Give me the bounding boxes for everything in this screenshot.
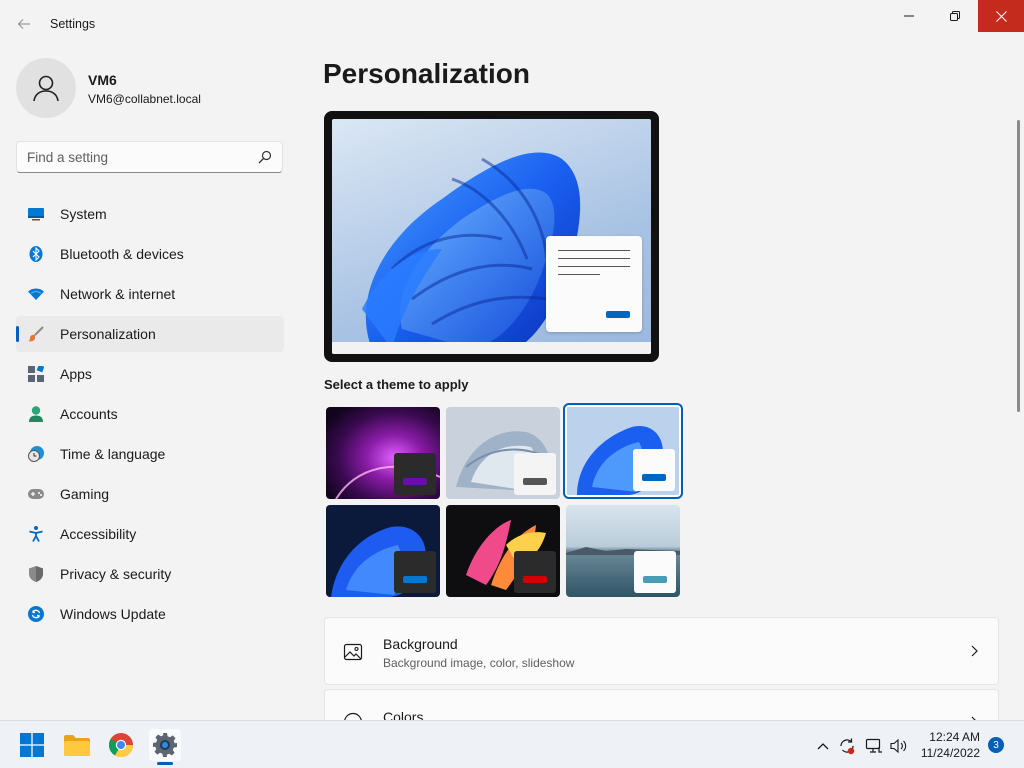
file-explorer-button[interactable] xyxy=(61,729,93,761)
search-icon[interactable] xyxy=(258,150,272,164)
notification-badge[interactable]: 3 xyxy=(988,737,1004,753)
settings-taskbar-button[interactable] xyxy=(149,729,181,761)
sidebar-item-network[interactable]: Network & internet xyxy=(16,276,284,312)
scrollbar[interactable] xyxy=(1017,120,1020,412)
page-title: Personalization xyxy=(323,58,530,89)
shield-icon xyxy=(28,566,44,582)
sidebar-item-label: Apps xyxy=(60,366,92,382)
theme-preview xyxy=(324,111,659,362)
sidebar-item-system[interactable]: System xyxy=(16,196,284,232)
sidebar-item-accounts[interactable]: Accounts xyxy=(16,396,284,432)
wifi-icon xyxy=(28,286,44,302)
start-button[interactable] xyxy=(16,729,48,761)
theme-mini-window xyxy=(514,453,556,495)
chevron-up-icon xyxy=(817,743,829,750)
apps-icon xyxy=(28,366,44,382)
sidebar-item-accessibility[interactable]: Accessibility xyxy=(16,516,284,552)
theme-windows-dark[interactable] xyxy=(326,505,440,597)
minimize-button[interactable] xyxy=(886,0,932,32)
accounts-icon xyxy=(28,406,44,422)
sidebar-nav: System Bluetooth & devices Network & int… xyxy=(16,196,284,636)
sidebar-item-label: Network & internet xyxy=(60,286,176,302)
chevron-right-icon xyxy=(971,645,978,657)
gamepad-icon xyxy=(28,486,44,502)
preview-taskbar xyxy=(332,342,651,354)
clock-date[interactable]: 11/24/2022 xyxy=(918,746,980,760)
avatar xyxy=(16,58,76,118)
theme-flow[interactable] xyxy=(446,505,560,597)
sidebar-item-label: System xyxy=(60,206,107,222)
network-tray-button[interactable] xyxy=(865,737,883,755)
app-title: Settings xyxy=(50,17,96,31)
card-title: Colors xyxy=(383,709,424,720)
sidebar-item-personalization[interactable]: Personalization xyxy=(16,316,284,352)
theme-captured-motion[interactable] xyxy=(446,407,560,499)
sidebar-item-time-language[interactable]: Time & language xyxy=(16,436,284,472)
user-name: VM6 xyxy=(88,72,117,88)
card-subtitle: Background image, color, slideshow xyxy=(383,656,575,670)
theme-mini-window xyxy=(394,453,436,495)
system-icon xyxy=(28,206,44,222)
back-button[interactable] xyxy=(10,10,38,38)
sidebar-item-label: Bluetooth & devices xyxy=(60,246,184,262)
close-icon xyxy=(995,10,1007,22)
sidebar-item-windows-update[interactable]: Windows Update xyxy=(16,596,284,632)
sidebar-item-apps[interactable]: Apps xyxy=(16,356,284,392)
theme-mini-window xyxy=(634,551,676,593)
chrome-button[interactable] xyxy=(105,729,137,761)
sidebar-item-label: Privacy & security xyxy=(60,566,172,582)
bluetooth-icon xyxy=(28,246,44,262)
theme-glow[interactable] xyxy=(326,407,440,499)
speaker-icon xyxy=(890,738,907,754)
preview-desktop xyxy=(332,119,651,354)
palette-icon xyxy=(344,712,362,720)
brush-icon xyxy=(28,326,44,342)
theme-section-heading: Select a theme to apply xyxy=(324,377,469,392)
search-box xyxy=(16,141,283,173)
back-arrow-icon xyxy=(17,19,30,29)
gear-icon xyxy=(153,733,177,757)
minimize-icon xyxy=(904,15,914,17)
folder-icon xyxy=(64,735,90,756)
theme-mini-window xyxy=(394,551,436,593)
colors-settings-card[interactable]: Colors xyxy=(324,689,999,720)
clock-time[interactable]: 12:24 AM xyxy=(918,730,980,744)
sidebar-item-label: Time & language xyxy=(60,446,166,462)
card-title: Background xyxy=(383,636,458,652)
user-email: VM6@collabnet.local xyxy=(88,92,201,106)
active-app-indicator xyxy=(157,762,173,765)
sync-icon xyxy=(840,738,855,755)
restore-button[interactable] xyxy=(932,0,978,32)
sidebar-item-privacy-security[interactable]: Privacy & security xyxy=(16,556,284,592)
volume-tray-button[interactable] xyxy=(890,737,908,755)
chrome-icon xyxy=(109,733,133,757)
theme-windows-light[interactable] xyxy=(563,403,683,499)
theme-mini-window xyxy=(514,551,556,593)
sidebar-item-label: Accessibility xyxy=(60,526,137,542)
restore-icon xyxy=(950,11,960,21)
person-icon xyxy=(33,75,59,102)
windows-start-icon xyxy=(20,733,44,757)
sidebar-item-gaming[interactable]: Gaming xyxy=(16,476,284,512)
title-bar: Settings xyxy=(0,0,1024,48)
sync-status-button[interactable] xyxy=(838,737,856,755)
search-input[interactable] xyxy=(17,142,247,172)
sidebar-item-bluetooth[interactable]: Bluetooth & devices xyxy=(16,236,284,272)
sidebar-item-label: Personalization xyxy=(60,326,156,342)
image-icon xyxy=(343,643,363,661)
preview-window xyxy=(546,236,642,332)
sidebar-item-label: Windows Update xyxy=(60,606,166,622)
theme-mini-window xyxy=(633,449,675,491)
update-icon xyxy=(28,606,44,622)
show-hidden-icons-button[interactable] xyxy=(814,737,832,755)
network-monitor-icon xyxy=(865,738,882,753)
close-button[interactable] xyxy=(978,0,1024,32)
taskbar: 12:24 AM 11/24/2022 3 xyxy=(0,720,1024,768)
sidebar-item-label: Gaming xyxy=(60,486,110,502)
sidebar-item-label: Accounts xyxy=(60,406,118,422)
clock-globe-icon xyxy=(28,446,44,462)
background-settings-card[interactable]: Background Background image, color, slid… xyxy=(324,617,999,685)
theme-sunrise[interactable] xyxy=(566,505,680,597)
accessibility-icon xyxy=(28,526,44,542)
